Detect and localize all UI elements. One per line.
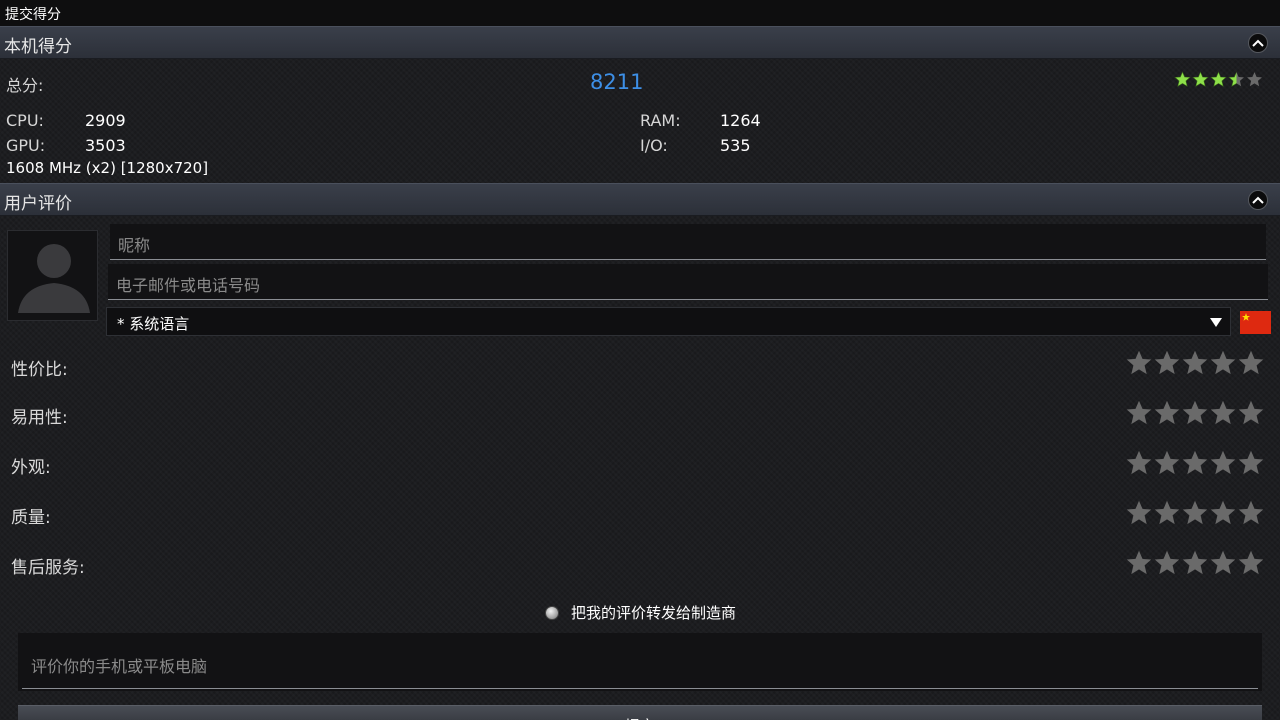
- china-flag-icon[interactable]: [1240, 311, 1271, 334]
- contact-input[interactable]: 电子邮件或电话号码: [108, 264, 1268, 300]
- star-icon[interactable]: [1237, 349, 1265, 377]
- star-icon: [1174, 71, 1191, 87]
- io-label: I/O:: [640, 136, 668, 155]
- user-review-header[interactable]: 用户评价: [0, 183, 1280, 216]
- star-icon[interactable]: [1153, 499, 1181, 527]
- flag-stars-icon: [1240, 311, 1271, 334]
- rating-stars[interactable]: [1125, 499, 1265, 527]
- star-icon[interactable]: [1209, 499, 1237, 527]
- star-icon[interactable]: [1153, 349, 1181, 377]
- submit-button[interactable]: 提交: [18, 705, 1262, 720]
- star-icon[interactable]: [1237, 499, 1265, 527]
- device-info: 1608 MHz (x2) [1280x720]: [6, 159, 209, 177]
- star-icon: [1210, 71, 1227, 87]
- comment-textarea[interactable]: 评价你的手机或平板电脑: [18, 633, 1262, 691]
- star-icon[interactable]: [1181, 549, 1209, 577]
- window-title: 提交得分: [0, 0, 1280, 26]
- user-review-header-label: 用户评价: [4, 194, 72, 214]
- language-select-value: * 系统语言: [117, 315, 190, 333]
- star-icon[interactable]: [1237, 449, 1265, 477]
- star-icon[interactable]: [1125, 449, 1153, 477]
- total-score-value: 8211: [590, 70, 644, 94]
- chevron-up-icon: [1252, 196, 1264, 204]
- rating-label: 性价比:: [11, 360, 68, 380]
- io-value: 535: [720, 136, 751, 155]
- star-icon[interactable]: [1181, 499, 1209, 527]
- star-icon[interactable]: [1125, 549, 1153, 577]
- gpu-value: 3503: [85, 136, 126, 155]
- star-icon[interactable]: [1125, 399, 1153, 427]
- star-icon[interactable]: [1209, 449, 1237, 477]
- user-silhouette-icon: [18, 244, 90, 313]
- forward-label: 把我的评价转发给制造商: [571, 604, 737, 622]
- collapse-user-review-button[interactable]: [1248, 190, 1268, 210]
- rating-stars[interactable]: [1125, 349, 1265, 377]
- star-icon: [1228, 71, 1244, 87]
- total-score-label: 总分:: [6, 76, 44, 95]
- gpu-label: GPU:: [6, 136, 46, 155]
- chevron-up-icon: [1252, 39, 1264, 47]
- star-icon[interactable]: [1209, 399, 1237, 427]
- collapse-device-score-button[interactable]: [1248, 33, 1268, 53]
- rating-label: 质量:: [11, 508, 51, 528]
- rating-label: 外观:: [11, 458, 51, 478]
- star-icon[interactable]: [1181, 399, 1209, 427]
- rating-stars[interactable]: [1125, 549, 1265, 577]
- star-icon[interactable]: [1153, 549, 1181, 577]
- star-icon[interactable]: [1237, 399, 1265, 427]
- total-score-stars: [1174, 71, 1263, 88]
- nickname-input[interactable]: 昵称: [110, 224, 1266, 260]
- star-icon[interactable]: [1125, 349, 1153, 377]
- rating-label: 易用性:: [11, 408, 68, 428]
- star-icon: [1192, 71, 1209, 87]
- rating-label: 售后服务:: [11, 558, 85, 578]
- star-icon[interactable]: [1209, 549, 1237, 577]
- dropdown-arrow-icon: [1210, 318, 1222, 327]
- star-icon[interactable]: [1125, 499, 1153, 527]
- device-score-header[interactable]: 本机得分: [0, 26, 1280, 59]
- device-score-header-label: 本机得分: [4, 37, 72, 57]
- cpu-label: CPU:: [6, 111, 44, 130]
- rating-stars[interactable]: [1125, 449, 1265, 477]
- forward-to-manufacturer-option[interactable]: 把我的评价转发给制造商: [545, 602, 736, 623]
- star-icon[interactable]: [1153, 449, 1181, 477]
- star-icon[interactable]: [1181, 449, 1209, 477]
- rating-stars[interactable]: [1125, 399, 1265, 427]
- star-icon: [1247, 72, 1262, 87]
- avatar[interactable]: [7, 230, 98, 321]
- star-icon[interactable]: [1237, 549, 1265, 577]
- comment-placeholder: 评价你的手机或平板电脑: [22, 633, 1258, 689]
- star-icon[interactable]: [1181, 349, 1209, 377]
- forward-radio[interactable]: [545, 605, 559, 620]
- language-select[interactable]: * 系统语言: [106, 307, 1231, 336]
- ram-label: RAM:: [640, 111, 681, 130]
- cpu-value: 2909: [85, 111, 126, 130]
- ram-value: 1264: [720, 111, 761, 130]
- star-icon[interactable]: [1209, 349, 1237, 377]
- star-icon[interactable]: [1153, 399, 1181, 427]
